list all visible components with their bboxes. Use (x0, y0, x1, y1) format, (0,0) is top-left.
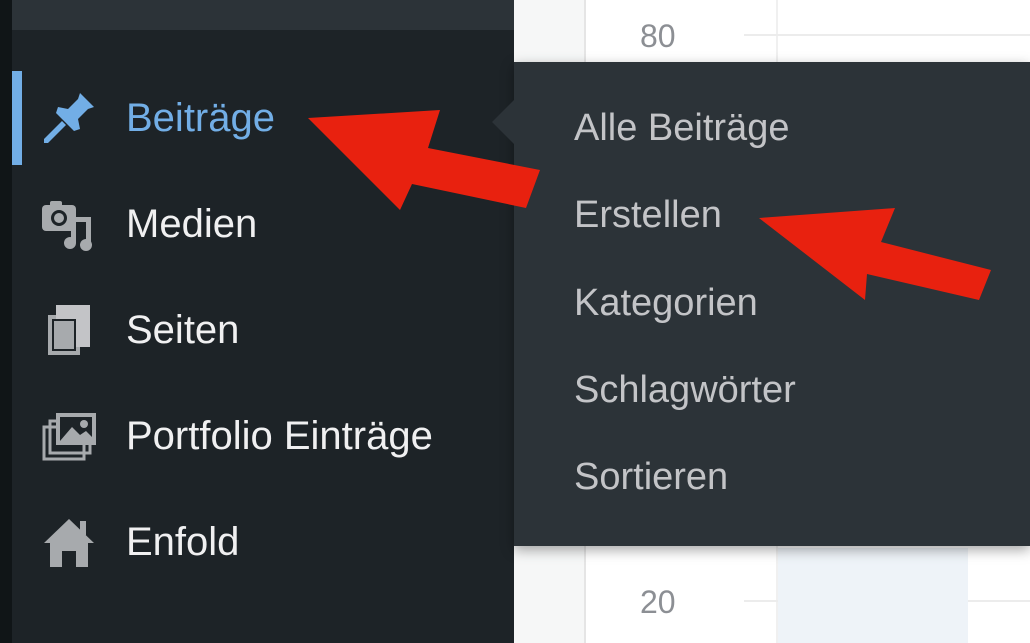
sidebar-item-label: Portfolio Einträge (126, 413, 433, 458)
beitraege-submenu: Alle Beiträge Erstellen Kategorien Schla… (514, 62, 1030, 546)
pin-icon (38, 87, 100, 149)
media-icon (38, 193, 100, 255)
active-indicator (12, 71, 22, 165)
sidebar-item-enfold[interactable]: Enfold (12, 489, 514, 595)
axis-tick-label: 80 (640, 18, 676, 54)
pages-icon (38, 299, 100, 361)
submenu-item-kategorien[interactable]: Kategorien (574, 273, 994, 333)
sidebar-item-medien[interactable]: Medien (12, 171, 514, 277)
chart-area-fill (778, 548, 968, 643)
submenu-item-schlagwoerter[interactable]: Schlagwörter (574, 360, 994, 420)
sidebar-edge (0, 0, 12, 643)
submenu-item-alle-beitraege[interactable]: Alle Beiträge (574, 98, 994, 158)
sidebar-item-seiten[interactable]: Seiten (12, 277, 514, 383)
submenu-item-sortieren[interactable]: Sortieren (574, 447, 994, 507)
sidebar-item-label: Enfold (126, 519, 240, 564)
sidebar-item-portfolio[interactable]: Portfolio Einträge (12, 383, 514, 489)
axis-tick-label: 20 (640, 584, 676, 620)
portfolio-icon (38, 405, 100, 467)
chart-gridline-80 (744, 34, 1030, 36)
submenu-pointer (492, 100, 514, 144)
admin-sidebar: Beiträge Medien Seiten Portfolio Einträg… (0, 0, 514, 643)
home-icon (38, 511, 100, 573)
sidebar-item-label: Seiten (126, 307, 240, 352)
sidebar-previous-item[interactable] (12, 0, 514, 30)
sidebar-item-beitraege[interactable]: Beiträge (12, 65, 514, 171)
sidebar-item-label: Beiträge (126, 95, 275, 140)
sidebar-item-label: Medien (126, 201, 258, 246)
submenu-item-erstellen[interactable]: Erstellen (574, 185, 994, 245)
